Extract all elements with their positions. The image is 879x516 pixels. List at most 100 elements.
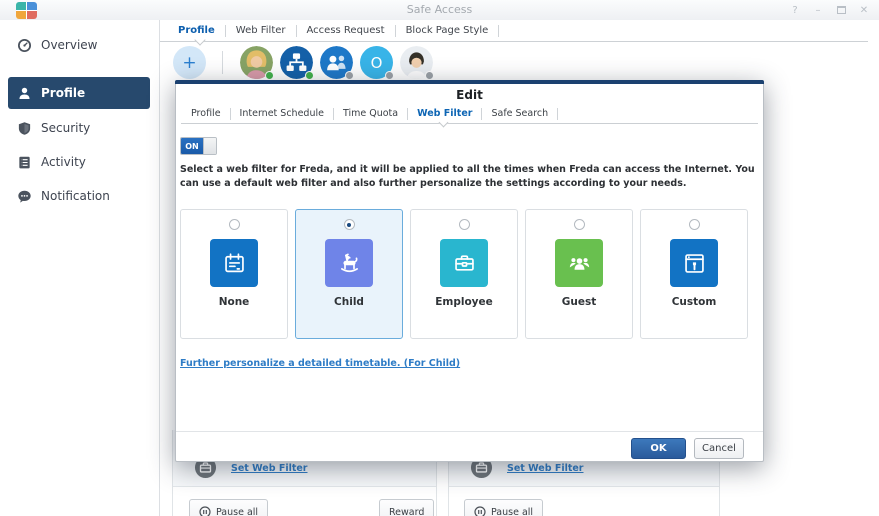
dialog-tab-web-filter[interactable]: Web Filter bbox=[408, 104, 481, 128]
safe-access-window: Safe Access ? – ✕ Overview Profile Secur… bbox=[0, 0, 879, 516]
tab-divider bbox=[498, 24, 500, 37]
radio-custom[interactable] bbox=[688, 219, 700, 230]
sidebar-item-label: Overview bbox=[41, 38, 98, 52]
radio-none[interactable] bbox=[228, 219, 240, 230]
tab-label: Access Request bbox=[306, 25, 385, 36]
filter-label: Child bbox=[334, 296, 364, 308]
custom-window-wrench-icon bbox=[670, 239, 718, 287]
cancel-button[interactable]: Cancel bbox=[694, 438, 744, 459]
tab-label: Profile bbox=[178, 25, 215, 36]
filter-label: None bbox=[218, 296, 250, 308]
tab-label: Profile bbox=[191, 108, 221, 119]
window-title: Safe Access bbox=[406, 3, 473, 16]
rocking-horse-icon bbox=[325, 239, 373, 287]
tab-web-filter[interactable]: Web Filter bbox=[226, 20, 296, 41]
maximize-glyph bbox=[836, 6, 846, 14]
sidebar-item-notification[interactable]: Notification bbox=[0, 184, 160, 208]
add-profile-button[interactable]: + bbox=[173, 46, 206, 79]
pause-all-button[interactable]: Pause all bbox=[189, 499, 269, 516]
filter-option-none[interactable]: None bbox=[180, 209, 288, 339]
filter-option-child[interactable]: Child bbox=[295, 209, 403, 339]
pause-all-label: Pause all bbox=[491, 506, 534, 516]
avatar-boy-photo[interactable] bbox=[400, 46, 434, 80]
sidebar-item-activity[interactable]: Activity bbox=[0, 150, 160, 174]
help-icon[interactable]: ? bbox=[788, 3, 802, 17]
ok-button[interactable]: OK bbox=[631, 438, 686, 459]
tab-label: Web Filter bbox=[417, 108, 473, 119]
filter-option-employee[interactable]: Employee bbox=[410, 209, 518, 339]
pause-icon bbox=[474, 506, 486, 516]
person-icon bbox=[19, 87, 30, 99]
activity-log-icon bbox=[19, 156, 30, 168]
dialog-tabbar: Profile Internet Schedule Time Quota Web… bbox=[182, 104, 559, 128]
tab-label: Time Quota bbox=[342, 108, 399, 119]
filter-options: None Child Employee Guest Custom bbox=[180, 209, 748, 339]
profiles-divider bbox=[222, 51, 223, 74]
filter-option-guest[interactable]: Guest bbox=[525, 209, 633, 339]
filter-option-custom[interactable]: Custom bbox=[640, 209, 748, 339]
status-dot bbox=[305, 71, 314, 80]
avatar-group[interactable] bbox=[320, 46, 354, 80]
status-dot bbox=[425, 71, 434, 80]
avatar-woman-photo[interactable] bbox=[240, 46, 274, 80]
pause-all-label: Pause all bbox=[216, 506, 259, 516]
toggle-on-label: ON bbox=[181, 138, 203, 154]
radio-employee[interactable] bbox=[458, 219, 470, 230]
radio-guest[interactable] bbox=[573, 219, 585, 230]
sidebar-item-profile[interactable]: Profile bbox=[8, 77, 150, 109]
tab-label: Web Filter bbox=[235, 25, 286, 36]
shield-icon bbox=[18, 121, 31, 135]
sidebar-item-label: Activity bbox=[41, 155, 86, 169]
web-filter-description: Select a web filter for Freda, and it wi… bbox=[180, 164, 755, 189]
radio-child[interactable] bbox=[343, 219, 355, 230]
web-filter-toggle[interactable]: ON bbox=[180, 137, 217, 155]
pause-icon bbox=[199, 506, 211, 516]
dialog-tab-rule bbox=[181, 123, 758, 124]
maximize-icon[interactable] bbox=[834, 3, 848, 17]
tab-block-page-style[interactable]: Block Page Style bbox=[396, 20, 499, 41]
dialog-title: Edit bbox=[456, 88, 483, 102]
notification-icon bbox=[18, 190, 31, 203]
set-web-filter-link[interactable]: Set Web Filter bbox=[231, 463, 308, 474]
main-tabbar: Profile Web Filter Access Request Block … bbox=[178, 20, 500, 46]
sidebar-item-overview[interactable]: Overview bbox=[0, 33, 160, 57]
pause-all-button[interactable]: Pause all bbox=[464, 499, 544, 516]
filter-label: Guest bbox=[561, 296, 597, 308]
gauge-icon bbox=[17, 38, 32, 52]
minimize-icon[interactable]: – bbox=[811, 3, 825, 17]
dialog-tab-safe-search[interactable]: Safe Search bbox=[482, 104, 557, 123]
close-icon[interactable]: ✕ bbox=[857, 3, 871, 17]
filter-label: Employee bbox=[435, 296, 493, 308]
toggle-knob bbox=[203, 138, 216, 154]
sidebar-item-label: Profile bbox=[41, 86, 86, 100]
avatar-local-network[interactable] bbox=[280, 46, 314, 80]
reward-button[interactable]: Reward bbox=[379, 499, 435, 516]
dialog-tab-internet-schedule[interactable]: Internet Schedule bbox=[231, 104, 333, 123]
status-dot bbox=[345, 71, 354, 80]
dialog-tab-profile[interactable]: Profile bbox=[182, 104, 230, 123]
timetable-link[interactable]: Further personalize a detailed timetable… bbox=[180, 358, 460, 369]
avatar-letter-o[interactable]: O bbox=[360, 46, 394, 80]
reward-label: Reward bbox=[389, 506, 425, 516]
set-web-filter-link[interactable]: Set Web Filter bbox=[507, 463, 584, 474]
status-dot bbox=[385, 71, 394, 80]
schedule-note-icon bbox=[210, 239, 258, 287]
tab-label: Internet Schedule bbox=[239, 108, 324, 119]
tab-profile[interactable]: Profile bbox=[178, 20, 225, 46]
sidebar-item-security[interactable]: Security bbox=[0, 116, 160, 140]
titlebar: Safe Access ? – ✕ bbox=[0, 0, 879, 20]
window-controls: ? – ✕ bbox=[788, 3, 871, 17]
tab-label: Block Page Style bbox=[405, 25, 489, 36]
sidebar-item-label: Notification bbox=[41, 189, 110, 203]
sidebar-item-label: Security bbox=[41, 121, 91, 135]
tab-label: Safe Search bbox=[491, 108, 549, 119]
edit-dialog: Edit Profile Internet Schedule Time Quot… bbox=[175, 80, 764, 462]
tabbar-border bbox=[160, 41, 868, 42]
tab-access-request[interactable]: Access Request bbox=[297, 20, 395, 41]
briefcase-icon bbox=[440, 239, 488, 287]
dialog-tab-time-quota[interactable]: Time Quota bbox=[334, 104, 407, 123]
filter-label: Custom bbox=[671, 296, 717, 308]
active-tab-caret bbox=[438, 117, 449, 128]
active-tab-caret bbox=[194, 34, 207, 46]
guest-group-icon bbox=[555, 239, 603, 287]
